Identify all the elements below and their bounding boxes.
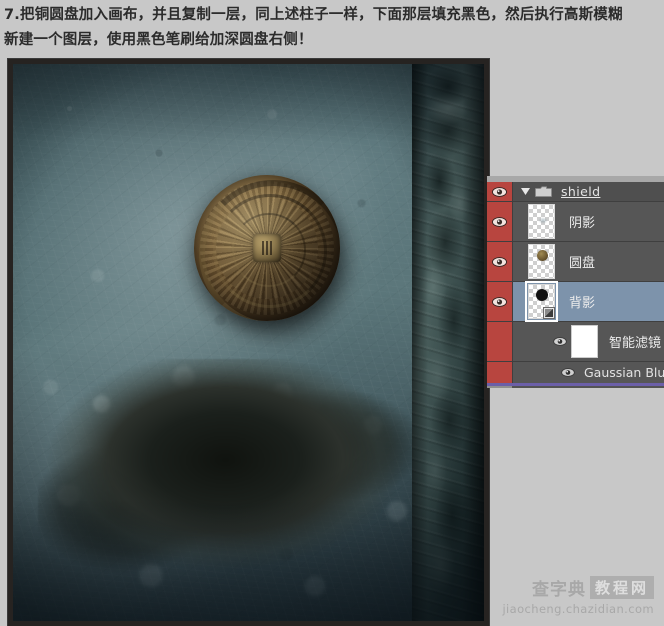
smart-filter-row-gaussian-blur[interactable]: Gaussian Blur bbox=[487, 362, 664, 383]
layer-thumbnail-cell-shadow[interactable] bbox=[513, 204, 569, 239]
eye-icon bbox=[553, 337, 567, 346]
eye-icon bbox=[492, 186, 507, 197]
layer-row-shadow[interactable]: 阴影 bbox=[487, 202, 664, 242]
layer-group-name[interactable]: shield bbox=[561, 184, 600, 199]
layer-name-disc[interactable]: 圆盘 bbox=[569, 252, 664, 271]
smart-filter-mask-thumbnail[interactable] bbox=[571, 325, 598, 358]
eye-icon bbox=[561, 368, 575, 377]
smart-object-badge-icon bbox=[542, 307, 555, 319]
thumbnail-content-black-disc bbox=[535, 289, 548, 301]
smart-filters-label[interactable]: 智能滤镜 bbox=[609, 332, 664, 351]
layer-visibility-toggle-backshadow[interactable] bbox=[487, 282, 513, 321]
layer-group-row-shield[interactable]: shield bbox=[487, 182, 664, 202]
folder-icon bbox=[533, 185, 553, 198]
smart-filters-eye-column bbox=[487, 322, 513, 361]
layer-row-disc[interactable]: 圆盘 bbox=[487, 242, 664, 282]
canvas-vignette bbox=[13, 64, 484, 621]
panel-bottom-line-segment bbox=[487, 386, 512, 388]
layer-visibility-toggle-shadow[interactable] bbox=[487, 202, 513, 241]
layer-thumbnail-cell-backshadow[interactable] bbox=[513, 281, 569, 322]
layer-thumbnail-disc bbox=[527, 244, 555, 279]
layer-thumbnail-cell-disc[interactable] bbox=[513, 244, 569, 279]
gaussian-blur-visibility-toggle[interactable] bbox=[561, 368, 575, 377]
layer-visibility-toggle-disc[interactable] bbox=[487, 242, 513, 281]
smart-filters-row[interactable]: 智能滤镜 bbox=[487, 322, 664, 362]
layer-thumbnail-backshadow bbox=[524, 281, 558, 322]
watermark-url: jiaocheng.chazidian.com bbox=[502, 602, 654, 616]
panel-bottom-accent-line bbox=[487, 383, 664, 386]
smart-filters-visibility-toggle[interactable] bbox=[549, 337, 571, 346]
layers-panel[interactable]: shield 阴影 圆盘 背影 智能滤镜 Gaussian Blur bbox=[487, 176, 664, 388]
chevron-down-icon[interactable] bbox=[519, 188, 532, 195]
eye-icon bbox=[492, 216, 507, 227]
document-canvas[interactable] bbox=[8, 59, 489, 626]
group-visibility-toggle[interactable] bbox=[487, 182, 513, 201]
instruction-line-2: 新建一个图层，使用黑色笔刷给加深圆盘右侧！ bbox=[4, 32, 313, 48]
gaussian-blur-eye-column bbox=[487, 362, 513, 383]
instruction-line-1: 7.把铜圆盘加入画布，并且复制一层，同上述柱子一样，下面那层填充黑色，然后执行高… bbox=[4, 7, 623, 23]
layer-row-backshadow[interactable]: 背影 bbox=[487, 281, 664, 322]
instruction-banner: 7.把铜圆盘加入画布，并且复制一层，同上述柱子一样，下面那层填充黑色，然后执行高… bbox=[0, 0, 664, 56]
eye-icon bbox=[492, 296, 507, 307]
layer-name-shadow[interactable]: 阴影 bbox=[569, 212, 664, 231]
thumbnail-content-shadow bbox=[537, 217, 548, 224]
layer-name-backshadow[interactable]: 背影 bbox=[569, 292, 664, 311]
layer-thumbnail-shadow bbox=[527, 204, 555, 239]
watermark-badge: 教程网 bbox=[589, 576, 654, 599]
watermark-brand: 查字典 bbox=[531, 580, 586, 600]
gaussian-blur-label[interactable]: Gaussian Blur bbox=[584, 365, 664, 380]
watermark-row: 查字典 教程网 bbox=[502, 575, 654, 600]
eye-icon bbox=[492, 256, 507, 267]
thumbnail-content-disc bbox=[536, 250, 548, 261]
watermark: 查字典 教程网 jiaocheng.chazidian.com bbox=[502, 575, 654, 616]
